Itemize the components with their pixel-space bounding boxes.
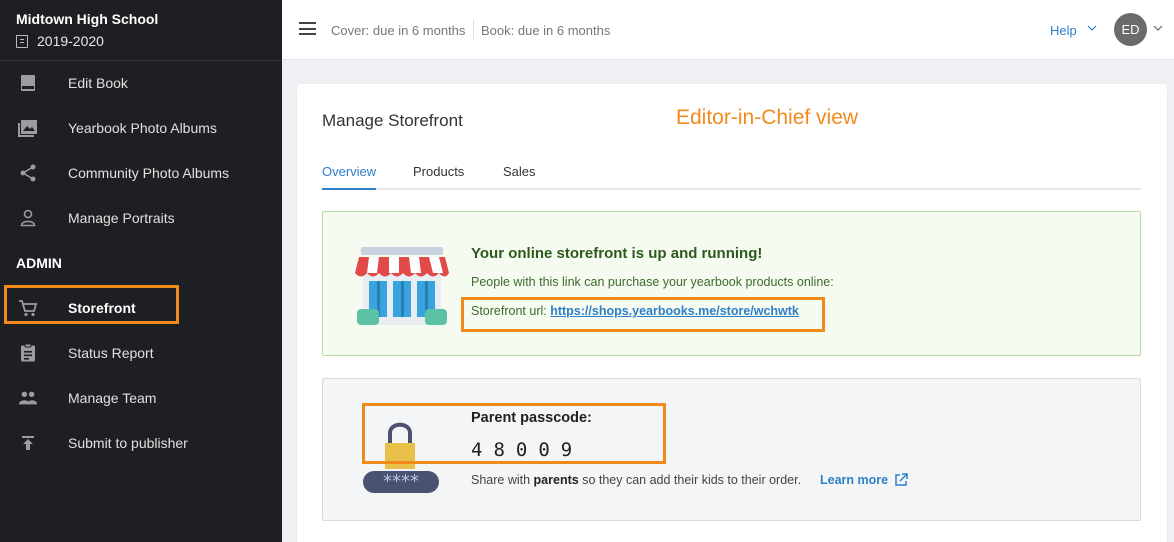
sidebar-item-submit-to-publisher[interactable]: Submit to publisher — [0, 420, 282, 465]
year-label: 2019-2020 — [37, 33, 104, 49]
chevron-down-icon[interactable] — [1087, 23, 1097, 33]
sidebar-item-manage-portraits[interactable]: Manage Portraits — [0, 195, 282, 240]
tab-products[interactable]: Products — [413, 164, 464, 179]
upload-icon — [18, 433, 38, 453]
storefront-status-panel: Your online storefront is up and running… — [322, 211, 1141, 356]
menu-icon[interactable] — [299, 22, 316, 35]
share-icon — [18, 163, 38, 183]
sidebar-item-label: Edit Book — [68, 74, 128, 91]
storefront-icon — [355, 247, 449, 325]
passcode-share-text: Share with parents so they can add their… — [471, 473, 801, 487]
page-title: Manage Storefront — [322, 111, 463, 130]
sidebar-item-manage-team[interactable]: Manage Team — [0, 375, 282, 420]
avatar[interactable]: ED — [1114, 13, 1147, 46]
masked-passcode-text: **** — [383, 471, 419, 492]
cover-due-status: Cover: due in 6 months — [331, 23, 466, 38]
storefront-url-highlight-box — [461, 297, 825, 332]
tab-overview[interactable]: Overview — [322, 164, 376, 179]
sidebar: Midtown High School 2019-2020 Edit Book … — [0, 0, 282, 542]
sidebar-item-yearbook-photo-albums[interactable]: Yearbook Photo Albums — [0, 105, 282, 150]
tab-sales[interactable]: Sales — [503, 164, 536, 179]
photo-album-icon — [18, 118, 38, 138]
learn-more-label: Learn more — [820, 473, 889, 487]
book-due-status: Book: due in 6 months — [481, 23, 611, 38]
share-text-prefix: Share with — [471, 473, 531, 487]
sidebar-item-edit-book[interactable]: Edit Book — [0, 60, 282, 105]
share-text-suffix: so they can add their kids to their orde… — [582, 473, 802, 487]
year-selector[interactable]: 2019-2020 — [16, 33, 104, 49]
sidebar-item-label: Manage Team — [68, 389, 157, 406]
calendar-icon — [16, 34, 28, 48]
external-link-icon — [895, 473, 908, 486]
chevron-down-icon[interactable] — [1153, 23, 1163, 33]
share-text-bold: parents — [533, 473, 579, 487]
passcode-highlight-box — [362, 403, 666, 464]
sidebar-item-label: Yearbook Photo Albums — [68, 119, 217, 136]
view-annotation: Editor-in-Chief view — [676, 106, 859, 129]
top-bar: Cover: due in 6 months Book: due in 6 mo… — [282, 0, 1174, 60]
sidebar-item-status-report[interactable]: Status Report — [0, 330, 282, 375]
admin-section-label: ADMIN — [16, 255, 62, 271]
sidebar-item-label: Community Photo Albums — [68, 164, 230, 181]
school-name: Midtown High School — [16, 11, 159, 27]
status-divider — [473, 20, 474, 39]
storefront-description: People with this link can purchase your … — [471, 275, 834, 289]
sidebar-item-label: Submit to publisher — [68, 434, 188, 451]
sidebar-item-label: Status Report — [68, 344, 154, 361]
sidebar-item-label: Manage Portraits — [68, 209, 175, 226]
learn-more-link[interactable]: Learn more — [820, 473, 908, 487]
tab-bar: Overview Products Sales — [322, 164, 1141, 190]
active-tab-indicator — [322, 188, 376, 190]
team-icon — [18, 388, 38, 408]
sidebar-item-community-photo-albums[interactable]: Community Photo Albums — [0, 150, 282, 195]
book-icon — [18, 73, 38, 93]
storefront-highlight-box — [4, 285, 179, 324]
storefront-status-heading: Your online storefront is up and running… — [471, 245, 763, 262]
person-icon — [18, 208, 38, 228]
clipboard-icon — [18, 343, 38, 363]
help-menu-button[interactable]: Help — [1050, 23, 1077, 38]
